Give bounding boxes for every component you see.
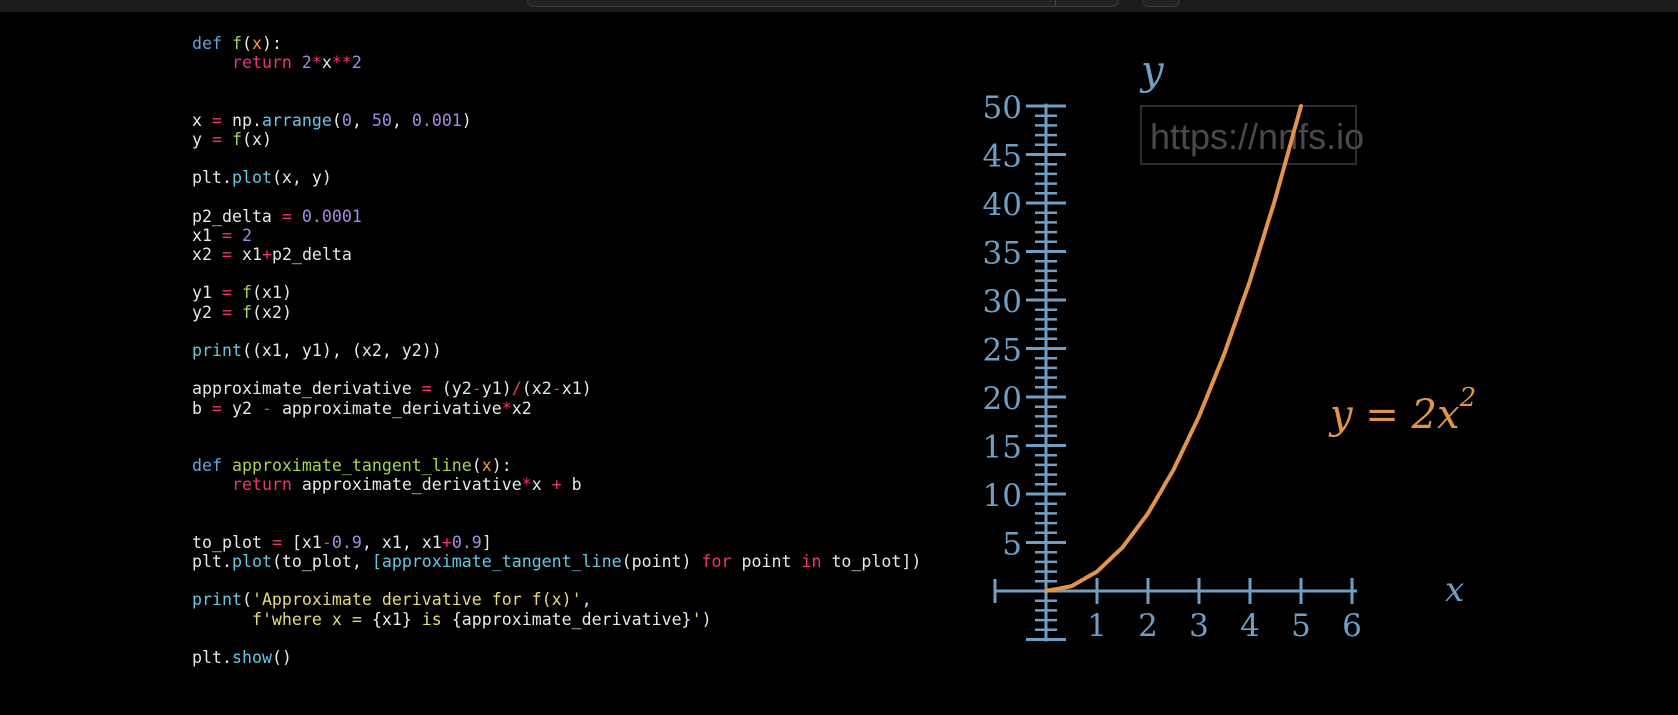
y-tick-label: 10	[983, 478, 1022, 514]
y-tick-label: 20	[983, 381, 1022, 417]
y-tick-label: 5	[1002, 527, 1022, 563]
function-graph: 5101520253035404550 123456 https://nnfs.…	[983, 48, 1477, 644]
equation-exponent: 2	[1459, 383, 1477, 413]
x-tick-label: 3	[1189, 608, 1209, 644]
x-axis-label: x	[1445, 570, 1464, 610]
y-tick-label: 45	[983, 139, 1022, 175]
x-tick-label: 2	[1138, 608, 1158, 644]
y-tick-label: 25	[983, 333, 1022, 369]
x-tick-label: 5	[1291, 608, 1311, 644]
curve-y-equals-2x-squared	[1044, 104, 1303, 593]
equation-label: y = 2x2	[1328, 383, 1476, 438]
equation-base: y = 2x	[1328, 392, 1460, 438]
x-tick-label: 6	[1342, 608, 1362, 644]
y-tick-label: 30	[983, 284, 1022, 320]
x-axis-tick-labels: 123456	[1087, 608, 1362, 644]
x-tick-label: 4	[1240, 608, 1260, 644]
y-axis-label: y	[1139, 48, 1165, 94]
x-tick-label: 1	[1087, 608, 1107, 644]
y-tick-label: 15	[983, 430, 1022, 466]
watermark-text: https://nnfs.io	[1150, 116, 1364, 157]
y-tick-label: 40	[983, 187, 1022, 223]
y-tick-label: 35	[983, 236, 1022, 272]
y-tick-label: 50	[983, 90, 1022, 126]
y-axis-tick-labels: 5 10 15 20 25 30 35 40 45 50	[983, 90, 1022, 563]
